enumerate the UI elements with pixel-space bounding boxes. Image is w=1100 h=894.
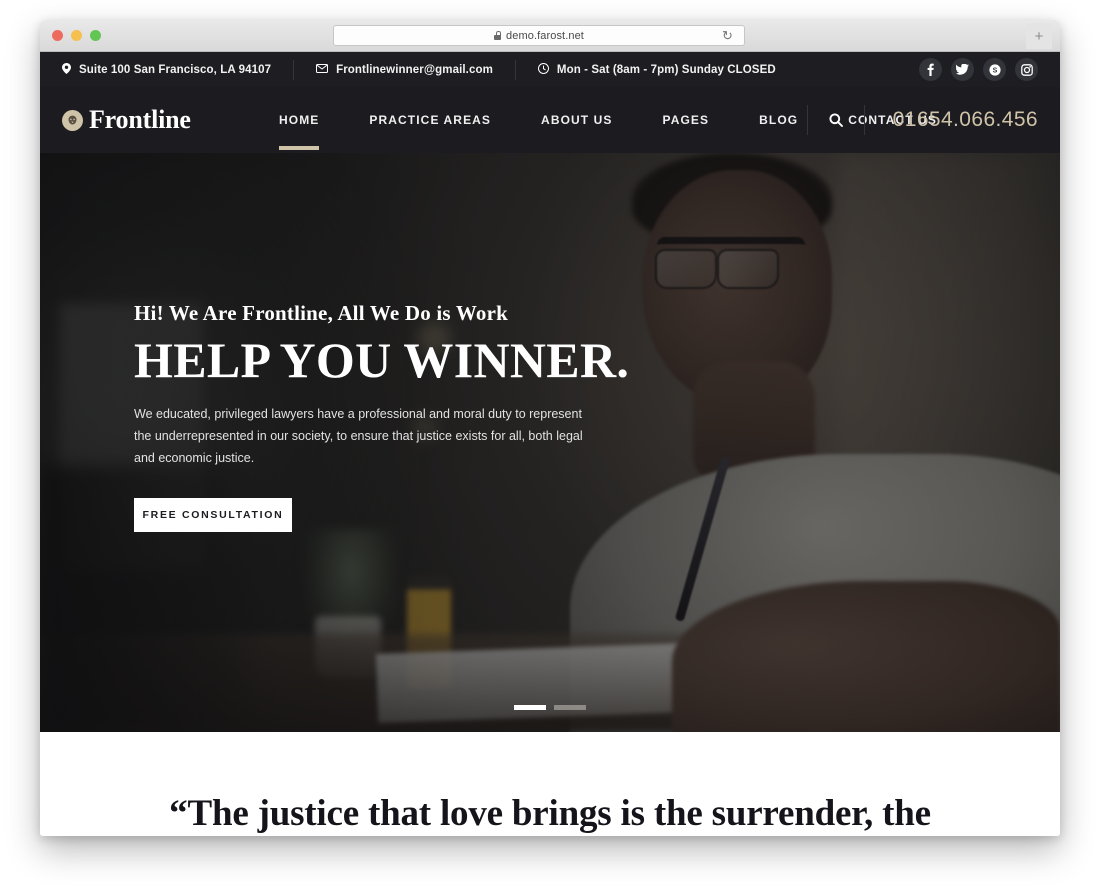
hero-kicker: Hi! We Are Frontline, All We Do is Work xyxy=(134,301,508,325)
nav-item-about-us[interactable]: ABOUT US xyxy=(516,113,637,127)
top-info-email: Frontlinewinner@gmail.com xyxy=(294,59,516,80)
social-links: S xyxy=(919,58,1038,81)
maximize-window-button[interactable] xyxy=(90,30,101,41)
slider-dot-1[interactable] xyxy=(514,705,546,710)
lion-emblem-icon xyxy=(62,109,83,131)
new-tab-button[interactable]: + xyxy=(1026,23,1052,49)
nav-phone-number[interactable]: 01654.066.456 xyxy=(865,108,1038,132)
main-navbar: Frontline HOME PRACTICE AREAS ABOUT US P… xyxy=(40,87,1060,153)
instagram-icon[interactable] xyxy=(1015,58,1038,81)
svg-text:S: S xyxy=(992,67,997,74)
quote-section: “The justice that love brings is the sur… xyxy=(40,732,1060,836)
top-info-list: Suite 100 San Francisco, LA 94107 Frontl… xyxy=(62,52,798,87)
site-logo[interactable]: Frontline xyxy=(62,105,254,135)
browser-chrome-bar: demo.farost.net ↻ + xyxy=(40,20,1060,52)
address-bar[interactable]: demo.farost.net ↻ xyxy=(333,25,745,46)
facebook-icon[interactable] xyxy=(919,58,942,81)
top-info-address: Suite 100 San Francisco, LA 94107 xyxy=(62,59,295,80)
search-icon[interactable] xyxy=(808,113,864,127)
free-consultation-button[interactable]: FREE CONSULTATION xyxy=(134,497,292,532)
minimize-window-button[interactable] xyxy=(71,30,82,41)
nav-item-home[interactable]: HOME xyxy=(254,113,344,150)
close-window-button[interactable] xyxy=(52,30,63,41)
top-info-hours-text: Mon - Sat (8am - 7pm) Sunday CLOSED xyxy=(556,63,776,76)
url-text: demo.farost.net xyxy=(506,29,584,42)
hero-slider: Hi! We Are Frontline, All We Do is Work … xyxy=(40,153,1060,732)
lock-icon xyxy=(494,31,502,40)
clock-icon xyxy=(537,62,549,77)
quote-text: “The justice that love brings is the sur… xyxy=(169,792,931,834)
nav-item-pages[interactable]: PAGES xyxy=(638,113,735,127)
location-pin-icon xyxy=(62,62,71,77)
top-info-email-text: Frontlinewinner@gmail.com xyxy=(336,63,493,76)
top-info-address-text: Suite 100 San Francisco, LA 94107 xyxy=(79,63,272,76)
site-top-info-bar: Suite 100 San Francisco, LA 94107 Frontl… xyxy=(40,52,1060,87)
hero-content: Hi! We Are Frontline, All We Do is Work … xyxy=(134,301,654,532)
browser-window: demo.farost.net ↻ + Suite 100 San Franci… xyxy=(40,20,1060,836)
twitter-icon[interactable] xyxy=(951,58,974,81)
hero-slider-pagination xyxy=(40,705,1060,710)
top-info-hours: Mon - Sat (8am - 7pm) Sunday CLOSED xyxy=(516,60,798,80)
nav-right-group: 01654.066.456 xyxy=(806,105,1038,135)
hero-title: HELP YOU WINNER. xyxy=(134,332,630,388)
hero-description: We educated, privileged lawyers have a p… xyxy=(134,407,583,465)
envelope-icon xyxy=(316,63,329,76)
nav-item-practice-areas[interactable]: PRACTICE AREAS xyxy=(344,113,516,127)
reload-icon[interactable]: ↻ xyxy=(722,29,734,42)
site-logo-text: Frontline xyxy=(89,105,191,134)
skype-icon[interactable]: S xyxy=(983,58,1006,81)
slider-dot-2[interactable] xyxy=(554,705,586,710)
window-controls xyxy=(40,30,101,41)
